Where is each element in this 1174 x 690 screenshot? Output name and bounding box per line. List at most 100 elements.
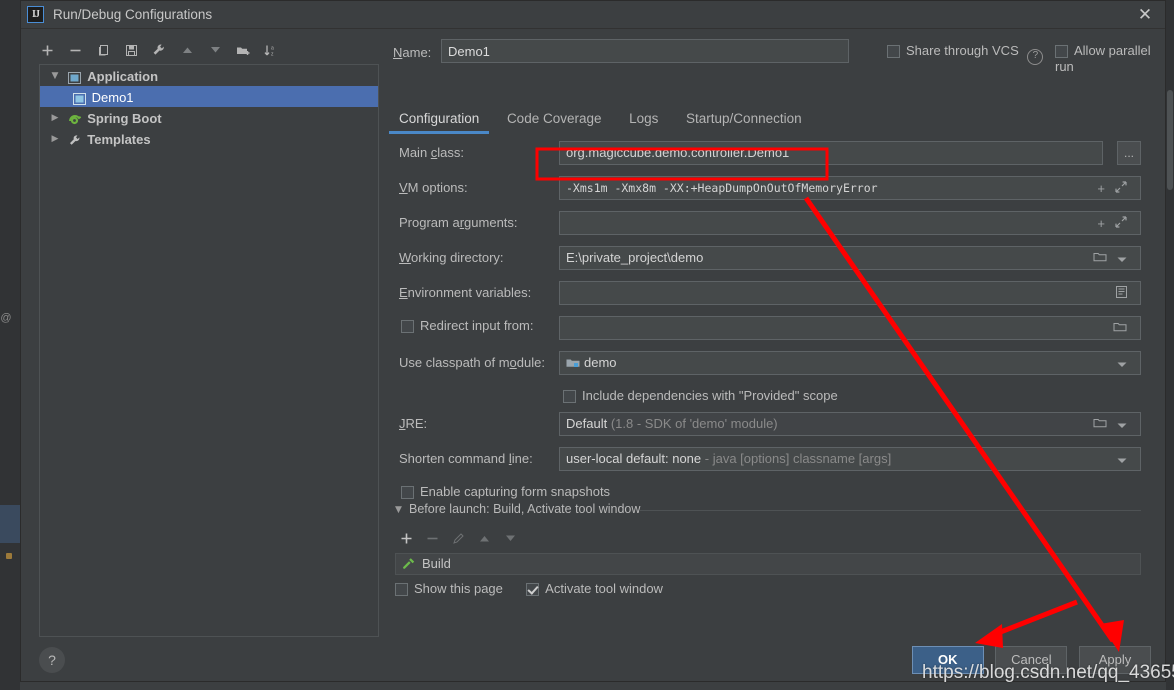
main-class-label: Main class: [399, 145, 465, 160]
main-class-row: Main class: org.magiccube.demo.controlle… [377, 137, 1165, 172]
plus-icon[interactable]: + [1097, 216, 1105, 231]
program-arguments-actions: + [1097, 211, 1135, 235]
activate-tool-window-checkbox[interactable] [526, 583, 540, 596]
main-class-browse-button[interactable]: ... [1117, 141, 1141, 165]
tree-item-spring-boot[interactable]: ▶ Spring Boot [40, 107, 378, 128]
add-task-button[interactable] [395, 527, 417, 549]
shorten-command-line-select[interactable]: user-local default: none - java [options… [559, 447, 1141, 471]
include-provided-checkbox[interactable] [563, 390, 576, 403]
include-provided-row: Include dependencies with "Provided" sco… [377, 382, 1165, 408]
plus-icon[interactable]: + [1097, 181, 1105, 196]
shorten-command-line-dropdown[interactable] [1117, 447, 1135, 471]
tree-item-templates[interactable]: ▶ Templates [40, 128, 378, 149]
allow-parallel-run-checkbox[interactable] [1055, 45, 1068, 58]
activate-tool-window-label: Activate tool window [545, 581, 663, 596]
question-mark-icon[interactable]: ? [1027, 49, 1044, 65]
tree-item-label: Spring Boot [87, 111, 162, 127]
folder-plus-icon[interactable] [233, 39, 253, 61]
tree-item-demo1[interactable]: Demo1 [40, 86, 378, 107]
environment-variables-input[interactable] [559, 281, 1141, 305]
folder-icon[interactable] [1093, 251, 1107, 266]
tree-item-application[interactable]: ▼ Application [40, 65, 378, 86]
vm-options-actions: + [1097, 176, 1135, 200]
share-through-vcs-label: Share through VCS [906, 43, 1019, 58]
chevron-down-icon[interactable] [1117, 417, 1127, 432]
wrench-icon[interactable] [149, 39, 169, 61]
classpath-module-select[interactable]: demo [559, 351, 1141, 375]
tab-configuration[interactable]: Configuration [387, 107, 491, 134]
tab-logs[interactable]: Logs [617, 107, 670, 134]
environment-variables-row: Environment variables: [377, 277, 1165, 312]
run-debug-configurations-dialog: IJ Run/Debug Configurations ✕ a z ▼ Appl… [20, 0, 1166, 682]
configuration-form: Main class: org.magiccube.demo.controlle… [377, 137, 1165, 502]
allow-parallel-run-row[interactable]: Allow parallel run [1055, 43, 1165, 75]
save-icon[interactable] [121, 39, 141, 61]
chevron-down-icon[interactable] [1117, 356, 1127, 371]
application-icon [66, 66, 84, 87]
sort-az-icon[interactable]: az [261, 39, 281, 61]
configuration-editor-panel: Name: Share through VCS ? Allow parallel… [377, 31, 1165, 681]
close-icon[interactable]: ✕ [1135, 5, 1155, 25]
configurations-toolbar: az [37, 39, 377, 63]
classpath-module-dropdown[interactable] [1117, 351, 1135, 375]
activate-tool-window-group[interactable]: Activate tool window [526, 581, 663, 597]
program-arguments-label: Program arguments: [399, 215, 518, 230]
help-button[interactable]: ? [39, 647, 65, 673]
task-move-down-button[interactable] [499, 527, 521, 549]
section-divider [639, 510, 1141, 511]
remove-configuration-button[interactable] [65, 39, 85, 61]
jre-actions [1093, 412, 1135, 436]
tab-code-coverage[interactable]: Code Coverage [495, 107, 614, 134]
working-directory-row: Working directory: E:\private_project\de… [377, 242, 1165, 277]
tab-startup-connection[interactable]: Startup/Connection [674, 107, 814, 134]
chevron-down-icon[interactable] [1117, 251, 1127, 266]
shorten-command-line-label: Shorten command line: [399, 451, 533, 466]
redirect-input-checkbox[interactable] [401, 320, 414, 333]
chevron-right-icon[interactable]: ▶ [48, 108, 62, 129]
arrow-up-icon[interactable] [177, 39, 197, 61]
add-configuration-button[interactable] [37, 39, 57, 61]
copy-icon[interactable] [93, 39, 113, 61]
share-through-vcs-row[interactable]: Share through VCS ? [887, 43, 1044, 65]
spring-boot-icon [66, 108, 84, 129]
redirect-input-actions [1113, 316, 1135, 340]
before-launch-task-list[interactable]: Build [395, 553, 1141, 575]
show-this-page-checkbox[interactable] [395, 583, 408, 596]
intellij-idea-icon: IJ [27, 6, 44, 23]
folder-icon[interactable] [1113, 321, 1127, 336]
program-arguments-input[interactable] [559, 211, 1141, 235]
include-provided-checkbox-group[interactable]: Include dependencies with "Provided" sco… [563, 388, 838, 404]
list-icon[interactable] [1116, 285, 1127, 301]
jre-row: JRE: Default (1.8 - SDK of 'demo' module… [377, 408, 1165, 443]
remove-task-button[interactable] [421, 527, 443, 549]
before-launch-header: ▼ Before launch: Build, Activate tool wi… [377, 501, 1165, 521]
chevron-down-icon[interactable]: ▼ [48, 66, 62, 87]
expand-icon[interactable] [1115, 215, 1127, 231]
before-launch-section: ▼ Before launch: Build, Activate tool wi… [377, 501, 1165, 596]
vm-options-input[interactable]: -Xms1m -Xmx8m -XX:+HeapDumpOnOutOfMemory… [559, 176, 1141, 200]
task-move-up-button[interactable] [473, 527, 495, 549]
form-snapshots-checkbox[interactable] [401, 486, 414, 499]
before-launch-title: Before launch: Build, Activate tool wind… [409, 502, 641, 516]
arrow-down-icon[interactable] [205, 39, 225, 61]
expand-icon[interactable] [1115, 180, 1127, 196]
screenshot-root: @ IJ Run/Debug Configurations ✕ a z ▼ Ap… [0, 0, 1174, 690]
chevron-down-icon[interactable]: ▼ [395, 505, 402, 515]
folder-icon[interactable] [1093, 417, 1107, 432]
share-through-vcs-checkbox[interactable] [887, 45, 900, 58]
show-this-page-group[interactable]: Show this page [395, 581, 507, 597]
redirect-input-field[interactable] [559, 316, 1141, 340]
chevron-down-icon[interactable] [1117, 452, 1127, 467]
form-snapshots-checkbox-group[interactable]: Enable capturing form snapshots [401, 484, 610, 500]
pencil-icon[interactable] [447, 527, 469, 549]
name-input[interactable] [441, 39, 849, 63]
working-directory-input[interactable]: E:\private_project\demo [559, 246, 1141, 270]
redirect-input-checkbox-group[interactable]: Redirect input from: [401, 318, 533, 334]
form-snapshots-label: Enable capturing form snapshots [420, 484, 611, 499]
configurations-tree[interactable]: ▼ Application Demo1 ▶ Spring Boot ▶ Temp… [39, 64, 379, 637]
main-class-input[interactable]: org.magiccube.demo.controller.Demo1 [559, 141, 1103, 165]
ide-scrollbar-thumb[interactable] [1167, 90, 1173, 190]
jre-select[interactable]: Default (1.8 - SDK of 'demo' module) [559, 412, 1141, 436]
list-item[interactable]: Build [396, 554, 1140, 574]
chevron-right-icon[interactable]: ▶ [48, 129, 62, 150]
